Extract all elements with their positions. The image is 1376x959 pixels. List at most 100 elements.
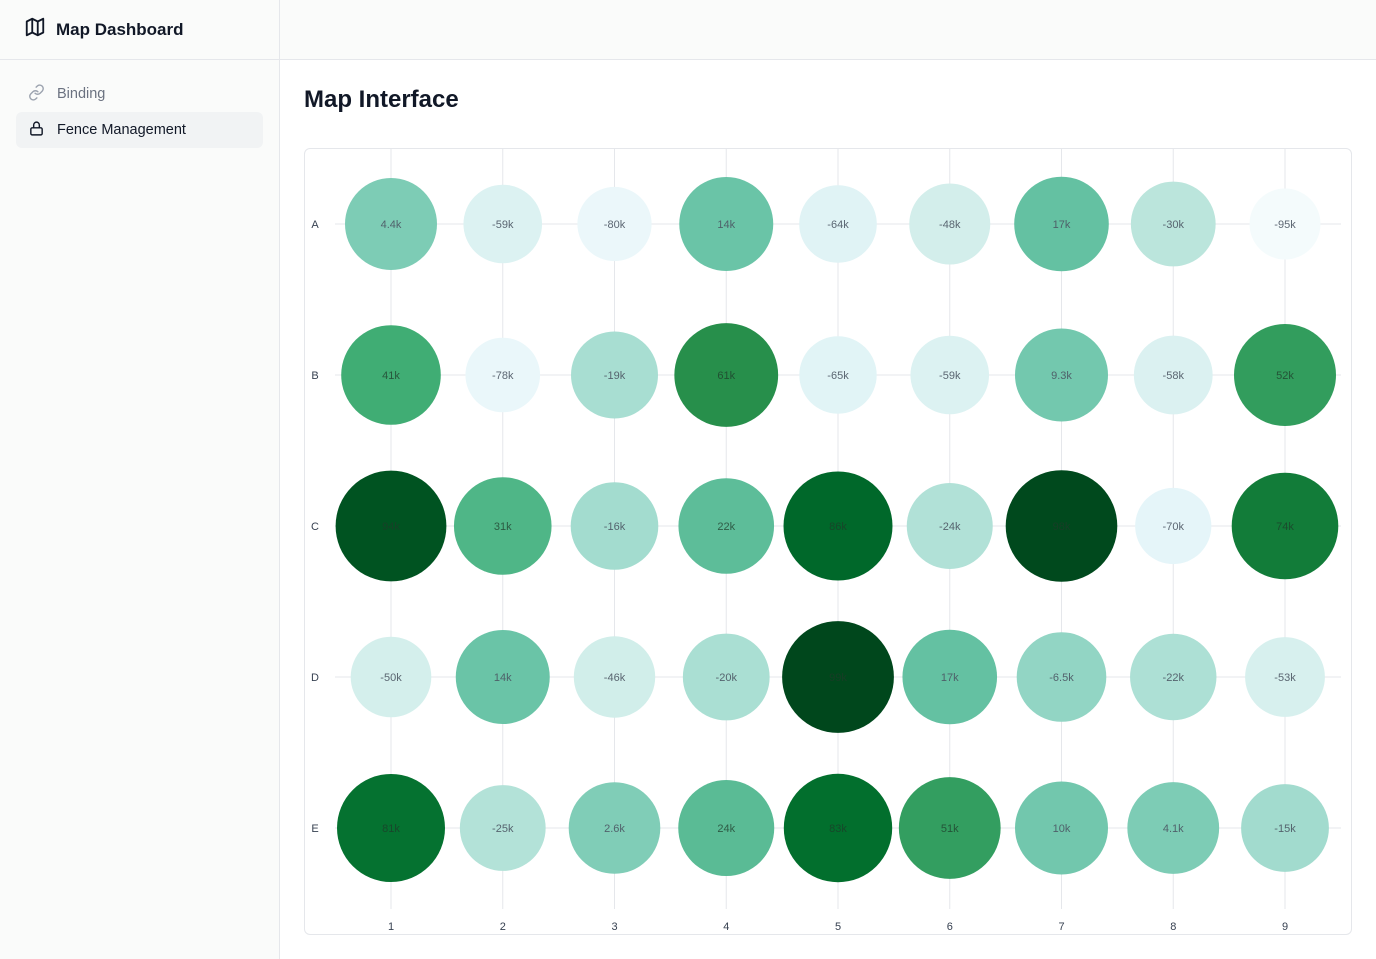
bubble-B-5[interactable]: -65k	[799, 336, 877, 414]
bubble-E-5[interactable]: 83k	[783, 773, 893, 883]
bubble-A-1[interactable]: 4.4k	[345, 178, 437, 270]
bubble-D-4[interactable]: -20k	[682, 633, 770, 721]
bubble-value-label: -22k	[1163, 672, 1185, 684]
bubble-map-panel[interactable]: 4.4k -59k -80k 14k -64k -48k 17k -30k -95k 41k -78…	[304, 148, 1352, 935]
bubble-value-label: -78k	[492, 370, 514, 382]
bubble-E-9[interactable]: -15k	[1241, 784, 1329, 872]
bubble-B-9[interactable]: 52k	[1234, 324, 1336, 426]
bubble-C-6[interactable]: -24k	[906, 483, 993, 569]
bubble-E-3[interactable]: 2.6k	[568, 782, 661, 874]
bubble-value-label: 51k	[941, 823, 959, 835]
bubble-E-7[interactable]: 10k	[1015, 781, 1108, 875]
bubble-D-7[interactable]: -6.5k	[1016, 632, 1107, 722]
bubble-A-5[interactable]: -64k	[799, 185, 877, 263]
bubble-A-3[interactable]: -80k	[577, 186, 652, 262]
sidebar-nav: Binding Fence Management	[0, 60, 279, 164]
bubble-value-label: 4.1k	[1163, 823, 1184, 835]
bubble-value-label: -25k	[492, 823, 514, 835]
sidebar-item-label: Fence Management	[57, 122, 186, 138]
bubble-value-label: 9.3k	[1051, 370, 1072, 382]
app-root: Map Dashboard Binding Fence Management M…	[0, 0, 1376, 959]
bubble-D-5[interactable]: 99k	[782, 621, 894, 733]
y-tick-label: D	[311, 672, 319, 684]
bubble-C-8[interactable]: -70k	[1135, 487, 1212, 565]
bubble-A-9[interactable]: -95k	[1249, 188, 1321, 260]
bubble-value-label: -58k	[1163, 370, 1185, 382]
bubble-value-label: 22k	[717, 521, 735, 533]
y-tick-label: E	[311, 823, 318, 835]
bubble-D-2[interactable]: 14k	[455, 630, 550, 724]
x-tick-label: 2	[500, 921, 506, 933]
bubble-C-5[interactable]: 86k	[783, 471, 893, 581]
bubble-value-label: 31k	[494, 521, 512, 533]
bubble-value-label: 24k	[717, 823, 735, 835]
bubble-value-label: -50k	[380, 672, 402, 684]
bubble-C-9[interactable]: 74k	[1231, 472, 1339, 580]
bubble-E-2[interactable]: -25k	[459, 785, 546, 871]
bubble-B-2[interactable]: -78k	[465, 337, 541, 413]
bubble-C-3[interactable]: -16k	[570, 482, 659, 570]
bubble-value-label: -70k	[1163, 521, 1185, 533]
bubble-B-7[interactable]: 9.3k	[1015, 328, 1108, 422]
sidebar-item-fence-management[interactable]: Fence Management	[16, 112, 263, 148]
bubble-value-label: 98k	[1053, 521, 1071, 533]
x-tick-label: 6	[947, 921, 953, 933]
bubble-A-8[interactable]: -30k	[1130, 181, 1216, 267]
bubble-E-6[interactable]: 51k	[898, 777, 1001, 879]
x-tick-label: 3	[611, 921, 617, 933]
bubble-value-label: 61k	[717, 370, 735, 382]
bubble-A-6[interactable]: -48k	[909, 183, 991, 265]
sidebar-item-binding[interactable]: Binding	[16, 76, 263, 112]
y-tick-label: B	[311, 370, 318, 382]
x-tick-label: 4	[723, 921, 729, 933]
bubble-value-label: -64k	[827, 219, 849, 231]
bubble-value-label: 99k	[829, 672, 847, 684]
bubble-value-label: -15k	[1274, 823, 1296, 835]
lock-icon	[28, 120, 45, 141]
bubble-D-9[interactable]: -53k	[1245, 637, 1325, 717]
bubble-E-1[interactable]: 81k	[337, 774, 445, 882]
bubble-C-1[interactable]: 94k	[335, 470, 447, 582]
x-tick-label: 8	[1170, 921, 1176, 933]
map-icon	[24, 16, 46, 43]
bubble-C-7[interactable]: 98k	[1005, 470, 1118, 582]
bubble-value-label: 74k	[1276, 521, 1294, 533]
bubble-E-4[interactable]: 24k	[678, 780, 775, 876]
bubble-value-label: -65k	[827, 370, 849, 382]
bubble-value-label: -46k	[604, 672, 626, 684]
top-bar	[280, 0, 1376, 60]
bubble-value-label: -6.5k	[1049, 672, 1074, 684]
bubble-value-label: -30k	[1163, 219, 1185, 231]
x-tick-label: 1	[388, 921, 394, 933]
bubble-C-4[interactable]: 22k	[678, 478, 775, 574]
bubble-A-7[interactable]: 17k	[1014, 176, 1109, 272]
bubble-value-label: -80k	[604, 219, 626, 231]
bubble-value-label: 14k	[717, 219, 735, 231]
bubble-value-label: 10k	[1053, 823, 1071, 835]
x-tick-label: 5	[835, 921, 841, 933]
bubble-value-label: -53k	[1274, 672, 1296, 684]
bubble-D-1[interactable]: -50k	[350, 636, 432, 718]
link-icon	[28, 83, 45, 105]
bubble-C-2[interactable]: 31k	[453, 477, 552, 575]
bubble-A-2[interactable]: -59k	[463, 184, 543, 264]
bubble-B-1[interactable]: 41k	[341, 325, 441, 425]
x-tick-label: 9	[1282, 921, 1288, 933]
bubble-B-6[interactable]: -59k	[910, 335, 990, 415]
bubble-E-8[interactable]: 4.1k	[1127, 782, 1220, 874]
sidebar: Map Dashboard Binding Fence Management	[0, 0, 280, 959]
page-title: Map Interface	[304, 86, 459, 113]
bubble-value-label: -24k	[939, 521, 961, 533]
bubble-B-3[interactable]: -19k	[571, 331, 658, 419]
bubble-D-6[interactable]: 17k	[902, 629, 998, 725]
bubble-value-label: 2.6k	[604, 823, 625, 835]
bubble-B-8[interactable]: -58k	[1133, 335, 1213, 415]
bubble-value-label: -20k	[716, 672, 738, 684]
bubble-A-4[interactable]: 14k	[679, 177, 774, 271]
brand: Map Dashboard	[0, 0, 279, 60]
bubble-D-3[interactable]: -46k	[573, 636, 656, 718]
bubble-D-8[interactable]: -22k	[1130, 633, 1217, 721]
bubble-value-label: -95k	[1274, 219, 1296, 231]
bubble-value-label: 52k	[1276, 370, 1294, 382]
bubble-B-4[interactable]: 61k	[674, 323, 779, 427]
